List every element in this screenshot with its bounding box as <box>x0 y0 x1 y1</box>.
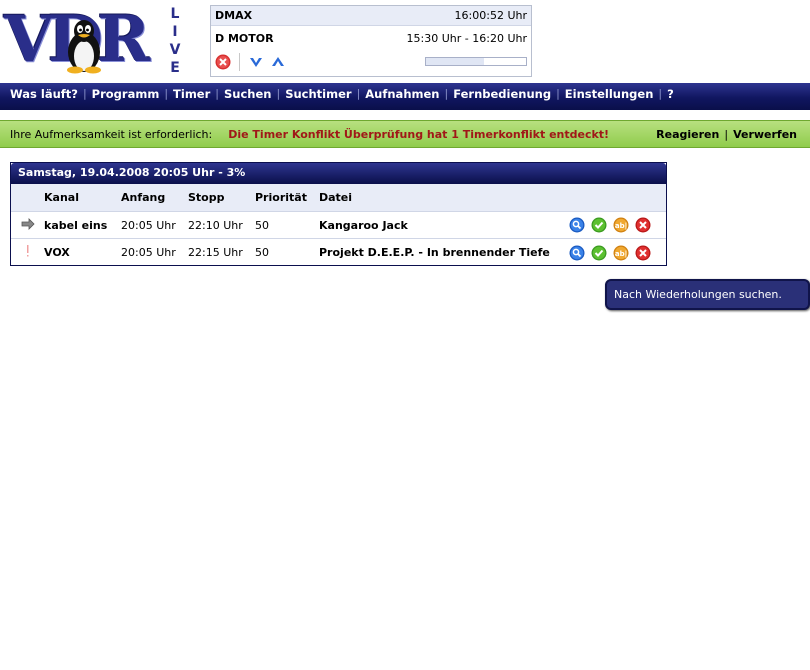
nav-item-1[interactable]: Programm <box>92 87 160 101</box>
col-stop: Stopp <box>188 191 225 204</box>
row-stop: 22:15 Uhr <box>188 246 243 259</box>
delete-timer-icon[interactable] <box>635 245 651 261</box>
toggle-timer-icon[interactable] <box>591 217 607 233</box>
search-repeats-icon[interactable] <box>569 245 585 261</box>
alert-separator: | <box>724 127 729 141</box>
search-repeats-icon[interactable] <box>569 217 585 233</box>
nav-separator: | <box>658 87 663 100</box>
col-priority: Priorität <box>255 191 307 204</box>
nav-item-7[interactable]: Einstellungen <box>565 87 654 101</box>
row-start: 20:05 Uhr <box>121 246 176 259</box>
row-priority: 50 <box>255 246 269 259</box>
row-priority: 50 <box>255 218 269 232</box>
controls-row <box>211 50 531 74</box>
delete-timer-icon[interactable] <box>635 217 651 233</box>
now-playing-box: DMAX 16:00:52 Uhr D MOTOR 15:30 Uhr - 16… <box>210 5 532 77</box>
react-link[interactable]: Reagieren <box>656 128 719 141</box>
conflict-alert-bar: Ihre Aufmerksamkeit ist erforderlich: Di… <box>0 120 810 148</box>
nav-separator: | <box>556 87 560 100</box>
main-nav: Was läuft? | Programm | Timer | Suchen | Suchtim… <box>0 83 810 110</box>
stop-icon[interactable] <box>215 54 231 70</box>
program-row: D MOTOR 15:30 Uhr - 16:20 Uhr <box>211 26 531 50</box>
channel-up-icon[interactable] <box>270 54 286 70</box>
exclamation-icon <box>26 245 28 257</box>
alert-message: Die Timer Konflikt Überprüfung hat 1 Tim… <box>228 127 610 141</box>
program-progress-fill <box>426 58 484 65</box>
table-row: VOX 20:05 Uhr 22:15 Uhr 50 Projekt D.E.E.P. … <box>11 239 666 266</box>
nav-separator: | <box>444 87 449 100</box>
program-progress-bar <box>425 57 527 66</box>
col-start: Anfang <box>121 191 166 204</box>
edit-timer-icon[interactable]: ab| <box>613 245 629 261</box>
channel-row: DMAX 16:00:52 Uhr <box>211 6 531 26</box>
timer-conflict-table: Samstag, 19.04.2008 20:05 Uhr - 3% Kanal… <box>10 162 667 266</box>
row-file[interactable]: Kangaroo Jack <box>319 219 569 232</box>
alert-label: Ihre Aufmerksamkeit ist erforderlich: <box>10 127 213 141</box>
nav-item-2[interactable]: Timer <box>173 87 210 101</box>
nav-separator: | <box>164 87 169 100</box>
svg-text:ab|: ab| <box>615 250 627 259</box>
nav-separator: | <box>356 87 361 100</box>
search-repeats-tooltip: Nach Wiederholungen suchen. <box>605 279 810 310</box>
row-start: 20:05 Uhr <box>121 218 176 232</box>
controls-divider <box>239 53 240 71</box>
row-actions: ab| <box>569 217 651 233</box>
tux-penguin-icon <box>67 20 101 74</box>
nav-separator: | <box>215 87 219 100</box>
program-title[interactable]: D MOTOR <box>215 32 274 45</box>
nav-item-5[interactable]: Aufnahmen <box>365 87 439 101</box>
svg-text:ab|: ab| <box>615 222 627 231</box>
program-time: 15:30 Uhr - 16:20 Uhr <box>406 31 527 45</box>
current-time: 16:00:52 Uhr <box>454 9 527 22</box>
table-title: Samstag, 19.04.2008 20:05 Uhr - 3% <box>11 163 666 184</box>
table-header: Kanal Anfang Stopp Priorität Datei <box>11 184 666 212</box>
row-file[interactable]: Projekt D.E.E.P. - In brennender Tiefe <box>319 246 569 259</box>
nav-separator: | <box>276 87 281 100</box>
row-channel[interactable]: kabel eins <box>44 219 121 232</box>
vdr-live-logo: VDR LIVE <box>4 4 184 79</box>
channel-name[interactable]: DMAX <box>215 9 252 22</box>
row-actions: ab| <box>569 245 651 261</box>
col-channel: Kanal <box>44 191 79 204</box>
edit-timer-icon[interactable]: ab| <box>613 217 629 233</box>
nav-item-3[interactable]: Suchen <box>224 87 271 101</box>
col-file: Datei <box>319 191 353 204</box>
arrow-right-icon <box>21 217 35 230</box>
row-stop: 22:10 Uhr <box>188 218 243 232</box>
nav-item-6[interactable]: Fernbedienung <box>453 87 551 101</box>
dismiss-link[interactable]: Verwerfen <box>733 128 797 141</box>
row-marker <box>11 216 44 235</box>
row-marker <box>11 243 44 262</box>
nav-item-8[interactable]: ? <box>667 87 674 101</box>
nav-item-4[interactable]: Suchtimer <box>285 87 351 101</box>
logo-live-text: LIVE <box>167 6 183 78</box>
nav-separator: | <box>82 87 87 100</box>
row-channel[interactable]: VOX <box>44 246 121 259</box>
channel-down-icon[interactable] <box>248 54 264 70</box>
table-row: kabel eins 20:05 Uhr 22:10 Uhr 50 Kangaroo J… <box>11 212 666 239</box>
toggle-timer-icon[interactable] <box>591 245 607 261</box>
nav-item-0[interactable]: Was läuft? <box>10 87 78 101</box>
